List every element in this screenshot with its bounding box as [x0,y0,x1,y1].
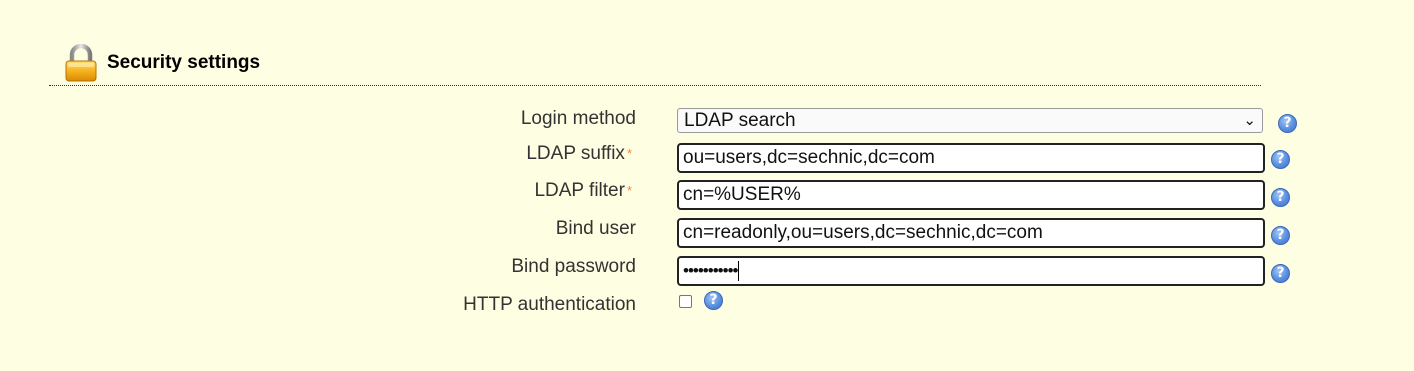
section-header: Security settings [64,44,260,82]
section-title: Security settings [107,52,261,73]
ldap-suffix-input[interactable]: ou=users,dc=sechnic,dc=com [677,143,1265,173]
login-method-label: Login method [520,108,636,129]
required-asterisk: * [626,183,632,198]
help-icon[interactable]: ? [1271,226,1290,245]
help-icon[interactable]: ? [704,291,723,310]
row-ldap-suffix: LDAP suffix * ou=users,dc=sechnic,dc=com … [0,143,1414,181]
bind-user-input[interactable]: cn=readonly,ou=users,dc=sechnic,dc=com [677,218,1265,248]
chevron-down-icon: ⌄ [1243,112,1256,129]
row-login-method: Login method LDAP search ⌄ ? [0,108,1414,146]
section-divider [49,85,1261,86]
ldap-filter-label-wrap: LDAP filter * [534,180,632,202]
ldap-suffix-label-wrap: LDAP suffix * [526,143,632,165]
password-mask: ••••••••••• [683,261,738,280]
row-ldap-filter: LDAP filter * cn=%USER% ? [0,180,1414,218]
ldap-suffix-label: LDAP suffix [526,143,625,164]
ldap-filter-label: LDAP filter [534,180,625,201]
text-caret [738,260,740,281]
bind-password-label: Bind password [511,256,636,277]
bind-user-label: Bind user [555,218,636,239]
row-bind-user: Bind user cn=readonly,ou=users,dc=sechni… [0,218,1414,256]
http-authentication-label: HTTP authentication [463,294,636,315]
login-method-select[interactable]: LDAP search ⌄ [677,108,1263,133]
help-icon[interactable]: ? [1271,150,1290,169]
http-authentication-checkbox[interactable] [679,295,692,308]
login-method-selected-value: LDAP search [684,110,796,131]
row-bind-password: Bind password ••••••••••• ? [0,256,1414,294]
bind-password-input[interactable]: ••••••••••• [677,256,1265,286]
help-icon[interactable]: ? [1278,114,1297,133]
help-icon[interactable]: ? [1271,264,1290,283]
ldap-filter-input[interactable]: cn=%USER% [677,180,1265,210]
help-icon[interactable]: ? [1271,188,1290,207]
lock-icon [64,44,98,82]
required-asterisk: * [626,146,632,161]
row-http-authentication: HTTP authentication ? [0,291,1414,332]
security-settings-page: Security settings Login method LDAP sear… [0,0,1414,371]
